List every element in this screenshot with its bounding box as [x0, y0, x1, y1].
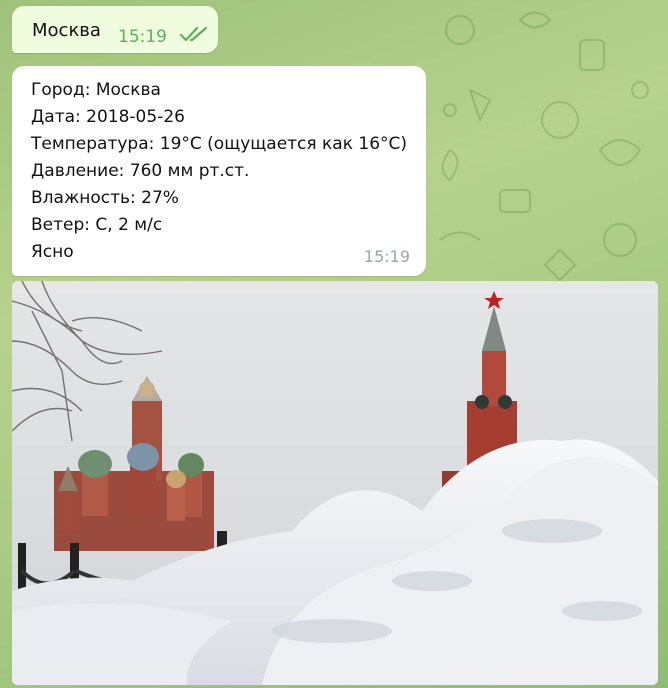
- outgoing-message-text: Москва: [32, 20, 101, 41]
- incoming-weather-message[interactable]: Город: Москва Дата: 2018-05-26 Температу…: [12, 66, 426, 276]
- weather-pressure-line: Давление: 760 мм рт.ст.: [31, 161, 250, 181]
- weather-wind-line: Ветер: С, 2 м/с: [31, 215, 163, 235]
- photo-illustration: [12, 281, 658, 685]
- weather-report: Город: Москва Дата: 2018-05-26 Температу…: [31, 77, 407, 266]
- weather-condition-line: Ясно: [31, 242, 74, 262]
- double-check-icon: [179, 26, 208, 42]
- weather-temperature-line: Температура: 19°C (ощущается как 16°C): [31, 134, 408, 154]
- weather-date-line: Дата: 2018-05-26: [31, 107, 185, 127]
- weather-city-line: Город: Москва: [31, 80, 161, 100]
- weather-humidity-line: Влажность: 27%: [31, 188, 179, 208]
- moscow-snow-photo[interactable]: [12, 281, 658, 685]
- outgoing-message[interactable]: Москва 15:19: [12, 6, 218, 53]
- outgoing-message-time: 15:19: [118, 27, 167, 47]
- incoming-message-time: 15:19: [363, 247, 410, 266]
